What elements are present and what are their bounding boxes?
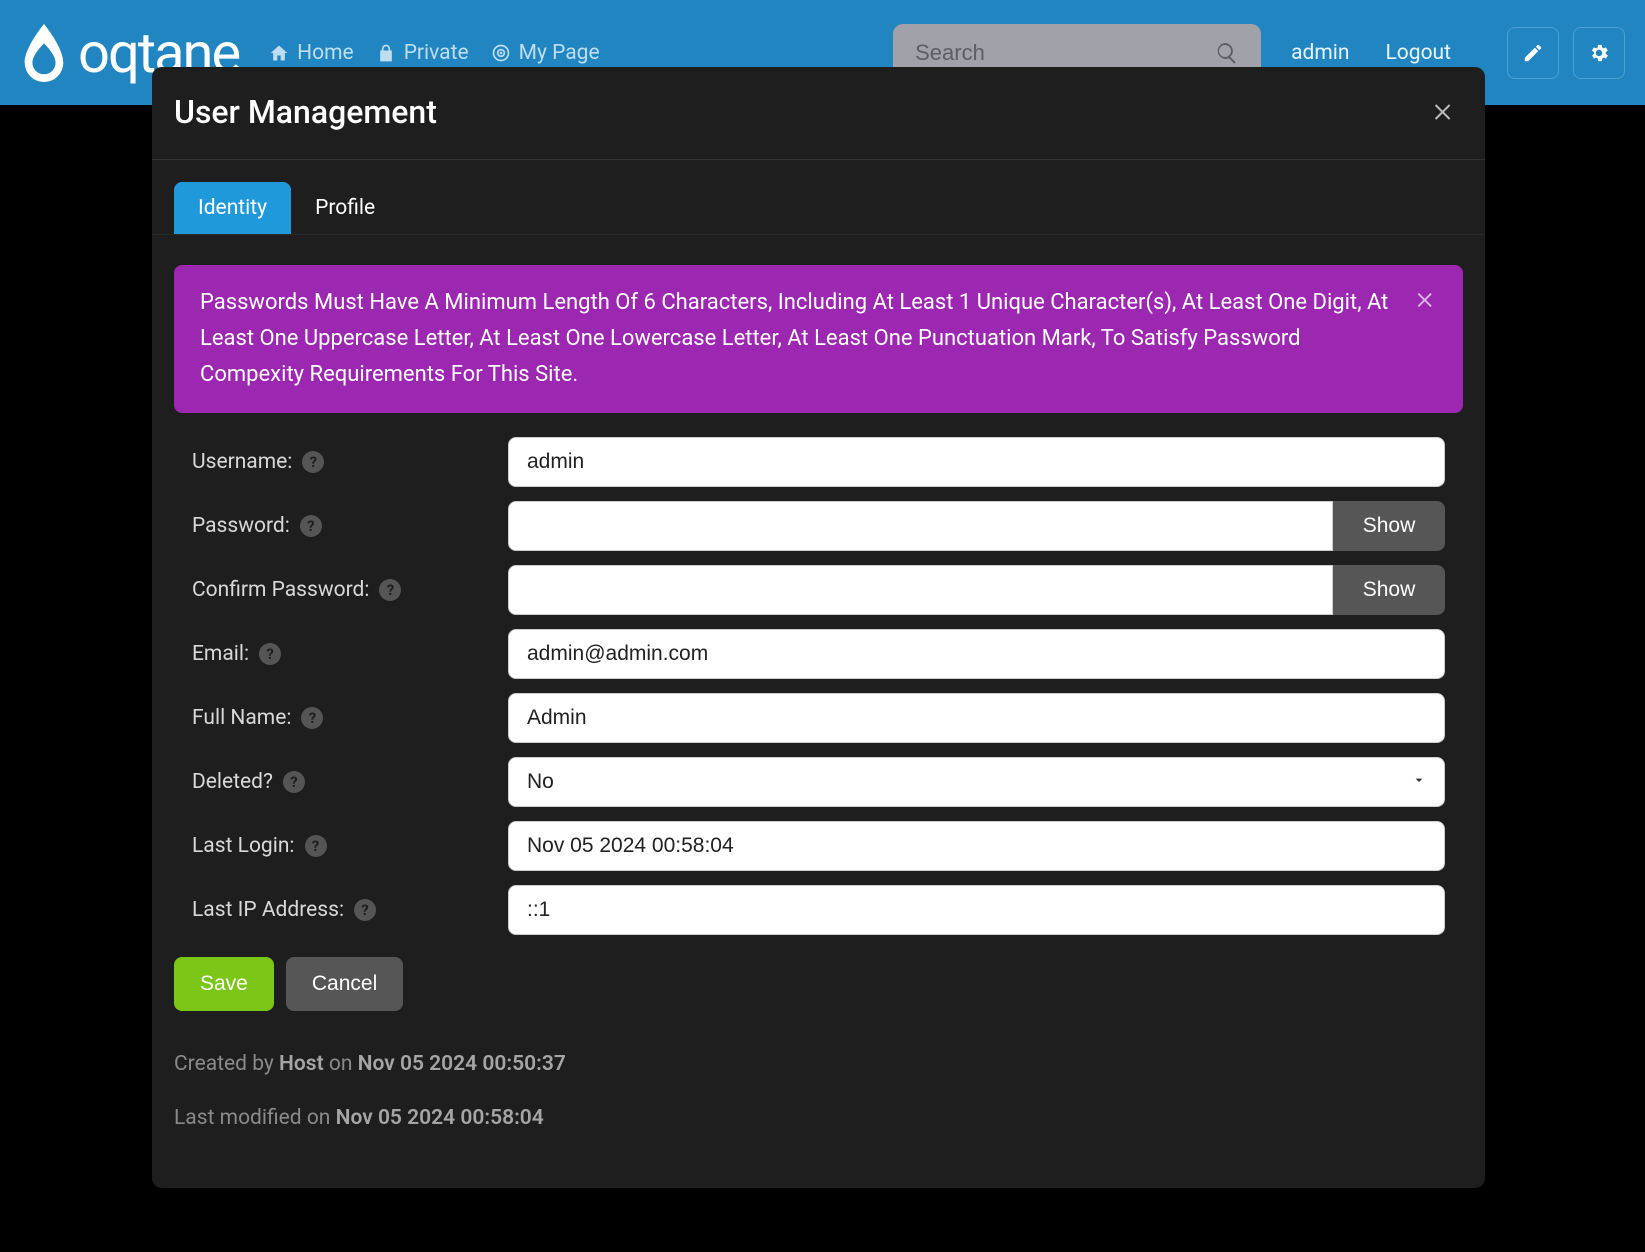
home-icon <box>269 43 289 63</box>
button-row: Save Cancel <box>152 949 1485 1011</box>
current-user[interactable]: admin <box>1291 41 1349 65</box>
label-lastlogin: Last Login: ? <box>192 834 508 858</box>
nav-home[interactable]: Home <box>269 41 354 65</box>
tab-identity[interactable]: Identity <box>174 182 291 234</box>
fullname-input[interactable] <box>508 693 1445 743</box>
cancel-button[interactable]: Cancel <box>286 957 403 1011</box>
search-icon <box>1215 41 1239 65</box>
email-input[interactable] <box>508 629 1445 679</box>
alert-text: Passwords Must Have A Minimum Length Of … <box>200 285 1395 393</box>
close-icon[interactable] <box>1431 100 1455 124</box>
tab-profile[interactable]: Profile <box>291 182 399 234</box>
search-input[interactable] <box>915 40 1205 66</box>
gear-icon <box>1588 42 1610 64</box>
label-deleted: Deleted? ? <box>192 770 508 794</box>
deleted-select[interactable] <box>508 757 1445 807</box>
show-password-button[interactable]: Show <box>1333 501 1445 551</box>
help-icon[interactable]: ? <box>300 515 322 537</box>
label-username: Username: ? <box>192 450 508 474</box>
nav-private-label: Private <box>404 41 469 65</box>
label-email: Email: ? <box>192 642 508 666</box>
help-icon[interactable]: ? <box>305 835 327 857</box>
logo-drop-icon <box>20 24 68 82</box>
alert-close-icon[interactable] <box>1415 289 1437 311</box>
modal-title: User Management <box>174 93 437 131</box>
main-nav: Home Private My Page <box>269 41 599 65</box>
target-icon <box>491 43 511 63</box>
label-lastip: Last IP Address: ? <box>192 898 508 922</box>
lock-icon <box>376 43 396 63</box>
identity-form: Username: ? Password: ? Show Confirm Pas… <box>152 413 1485 935</box>
nav-mypage[interactable]: My Page <box>491 41 600 65</box>
help-icon[interactable]: ? <box>283 771 305 793</box>
help-icon[interactable]: ? <box>259 643 281 665</box>
confirm-password-input[interactable] <box>508 565 1333 615</box>
help-icon[interactable]: ? <box>302 451 324 473</box>
tabs: Identity Profile <box>152 160 1485 235</box>
label-confirm-password: Confirm Password: ? <box>192 578 508 602</box>
password-alert: Passwords Must Have A Minimum Length Of … <box>174 265 1463 413</box>
label-fullname: Full Name: ? <box>192 706 508 730</box>
logout-link[interactable]: Logout <box>1385 41 1451 65</box>
created-line: Created by Host on Nov 05 2024 00:50:37 <box>174 1051 1463 1078</box>
help-icon[interactable]: ? <box>354 899 376 921</box>
user-management-modal: User Management Identity Profile Passwor… <box>152 67 1485 1188</box>
modified-line: Last modified on Nov 05 2024 00:58:04 <box>174 1105 1463 1132</box>
nav-private[interactable]: Private <box>376 41 469 65</box>
pencil-icon <box>1522 42 1544 64</box>
lastlogin-field <box>508 821 1445 871</box>
nav-home-label: Home <box>297 41 354 65</box>
help-icon[interactable]: ? <box>301 707 323 729</box>
edit-button[interactable] <box>1507 27 1559 79</box>
label-password: Password: ? <box>192 514 508 538</box>
password-input[interactable] <box>508 501 1333 551</box>
modal-header: User Management <box>152 67 1485 160</box>
lastip-field <box>508 885 1445 935</box>
username-input[interactable] <box>508 437 1445 487</box>
help-icon[interactable]: ? <box>379 579 401 601</box>
audit-info: Created by Host on Nov 05 2024 00:50:37 … <box>152 1011 1485 1132</box>
save-button[interactable]: Save <box>174 957 274 1011</box>
settings-button[interactable] <box>1573 27 1625 79</box>
show-confirm-button[interactable]: Show <box>1333 565 1445 615</box>
nav-mypage-label: My Page <box>519 41 600 65</box>
